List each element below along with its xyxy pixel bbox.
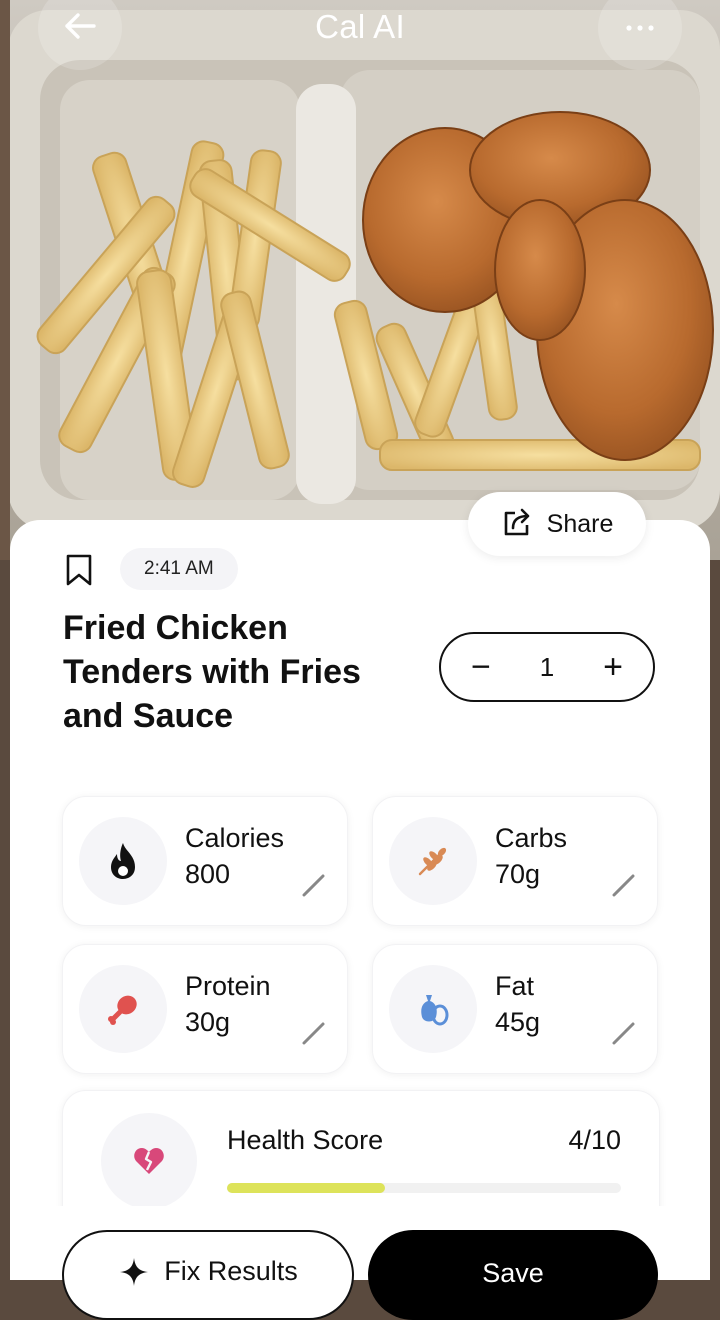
- protein-card[interactable]: Protein 30g: [62, 944, 348, 1074]
- save-button[interactable]: Save: [368, 1230, 658, 1320]
- fix-results-label: Fix Results: [164, 1256, 298, 1286]
- carbs-label: Carbs: [495, 823, 568, 853]
- carbs-card[interactable]: Carbs 70g: [372, 796, 658, 926]
- drumstick-icon: [79, 965, 167, 1053]
- protein-label: Protein: [185, 971, 271, 1001]
- meal-title: Fried Chicken Tenders with Fries and Sau…: [63, 609, 361, 735]
- more-options-button[interactable]: [598, 0, 682, 70]
- carbs-value: 70g: [495, 859, 541, 889]
- decrease-button[interactable]: −: [471, 650, 491, 684]
- fix-results-button[interactable]: Fix Results: [62, 1230, 354, 1320]
- health-score-value: 4/10: [568, 1125, 621, 1155]
- meal-time: 2:41 AM: [120, 548, 238, 590]
- share-icon: [501, 506, 533, 543]
- broken-heart-icon: [101, 1113, 197, 1209]
- flame-icon: [79, 817, 167, 905]
- share-button[interactable]: Share: [468, 492, 646, 556]
- share-label: Share: [546, 509, 614, 538]
- calories-value: 800: [185, 859, 231, 889]
- sparkle-icon: [118, 1256, 150, 1295]
- wheat-icon: [389, 817, 477, 905]
- health-score-bar: [227, 1183, 621, 1193]
- fat-card[interactable]: Fat 45g: [372, 944, 658, 1074]
- more-dots-icon: [625, 19, 655, 37]
- quantity-value: 1: [539, 651, 555, 682]
- pencil-icon[interactable]: [611, 1020, 637, 1051]
- health-score-fill: [227, 1183, 385, 1193]
- bookmark-icon[interactable]: [64, 554, 94, 591]
- protein-value: 30g: [185, 1007, 231, 1037]
- calories-label: Calories: [185, 823, 285, 853]
- fat-value: 45g: [495, 1007, 541, 1037]
- fat-label: Fat: [495, 971, 535, 1001]
- quantity-stepper: − 1 +: [439, 632, 655, 702]
- health-score-label: Health Score: [227, 1125, 384, 1155]
- oil-drop-icon: [389, 965, 477, 1053]
- calories-card[interactable]: Calories 800: [62, 796, 348, 926]
- pencil-icon[interactable]: [301, 872, 327, 903]
- top-bar: Cal AI: [0, 0, 720, 70]
- pencil-icon[interactable]: [611, 872, 637, 903]
- food-photo: [0, 0, 720, 560]
- pencil-icon[interactable]: [301, 1020, 327, 1051]
- increase-button[interactable]: +: [603, 650, 623, 684]
